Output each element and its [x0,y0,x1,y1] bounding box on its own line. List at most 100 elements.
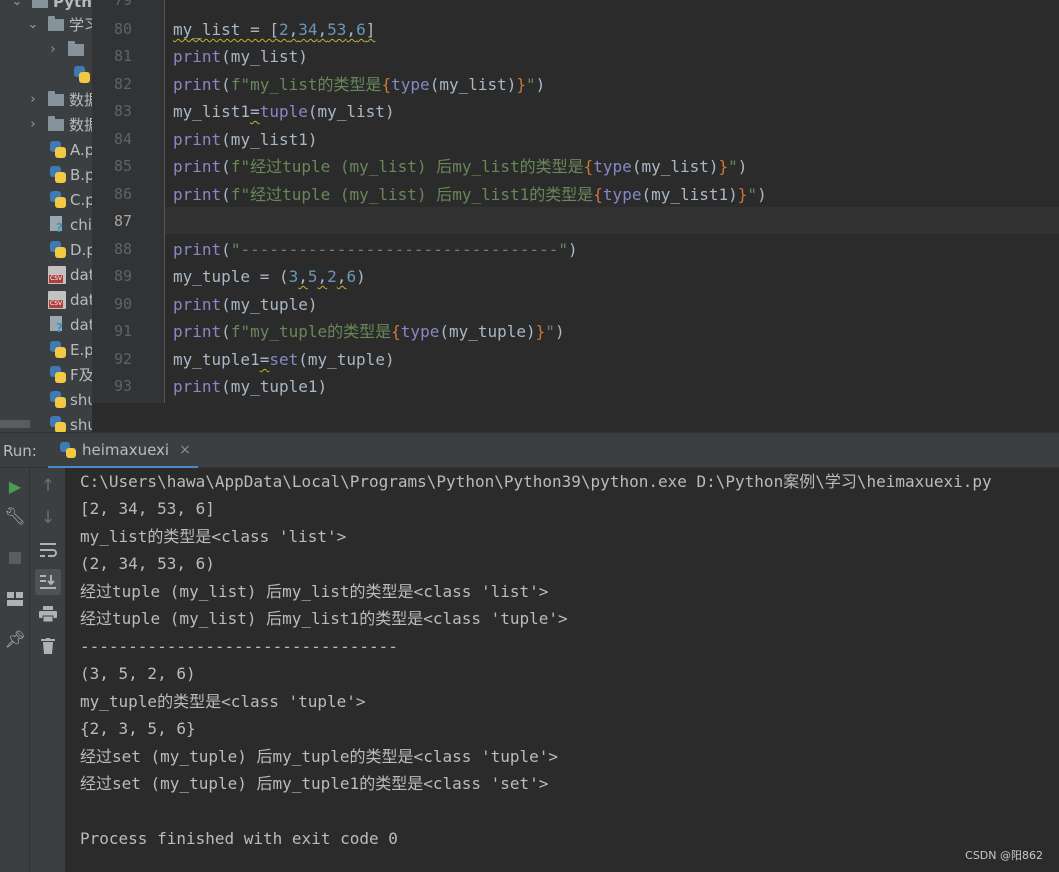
code-line[interactable]: my_list1=tuple(my_list) [173,98,395,125]
code-line[interactable]: print("---------------------------------… [173,236,578,263]
python-file-icon [50,390,66,409]
tree-item-file[interactable]: A.p [50,137,92,162]
line-number: 88 [113,240,132,258]
chevron-right-icon[interactable]: › [26,117,40,132]
python-file-icon [50,140,66,159]
run-panel-label: Run: [3,442,37,460]
print-icon[interactable] [35,601,61,627]
run-panel-header: Run: heimaxuexi × [0,432,1059,469]
tree-item-file[interactable]: CSV dat [48,262,92,287]
wrench-icon[interactable]: 🔧︎ [2,504,28,530]
tree-horizontal-scrollbar[interactable] [0,420,30,428]
tree-item-file[interactable]: shu [50,387,92,412]
watermark: CSDN @阳862 [965,849,1043,862]
scroll-to-end-icon[interactable] [35,569,61,595]
tree-item-file[interactable]: C.p [50,187,92,212]
run-icon[interactable]: ▶ [2,473,28,499]
folder-icon [48,90,64,106]
run-tab-heimaxuexi[interactable]: heimaxuexi × [48,433,198,469]
tree-item-file[interactable]: ? chi [50,212,92,237]
chevron-right-icon[interactable]: › [26,92,40,107]
python-file-icon [50,190,66,209]
console-line: (3, 5, 2, 6) [80,664,196,683]
tree-item-file[interactable] [74,62,92,87]
code-line[interactable]: print(my_tuple1) [173,373,327,400]
run-tab-label: heimaxuexi [82,440,170,459]
line-number: 90 [113,295,132,313]
line-number: 83 [113,102,132,120]
chevron-right-icon[interactable]: › [46,42,60,57]
folder-icon [32,0,48,8]
tree-item-file[interactable]: B.p [50,162,92,187]
code-line[interactable]: print(f"my_list的类型是{type(my_list)}") [173,71,545,98]
line-number: 92 [113,350,132,368]
python-file-icon [50,240,66,259]
tree-item-file[interactable]: F及 [50,362,92,387]
tree-item-file[interactable]: CSV dat [48,287,92,312]
line-number: 82 [113,75,132,93]
console-line: [2, 34, 53, 6] [80,499,215,518]
line-number-gutter: 79 80 81 82 83 84 85 86 87 88 89 90 91 9… [92,0,165,403]
run-toolbar-primary: ▶ 🔧︎ 📌︎ [0,468,30,872]
tree-item-file[interactable]: E.p [50,337,92,362]
tree-item-folder[interactable]: ⌄ 学习 [26,12,92,37]
up-arrow-icon[interactable]: ↑ [35,473,61,499]
code-line[interactable]: print(f"经过tuple (my_list) 后my_list的类型是{t… [173,153,747,180]
line-number-current: 87 [113,212,132,230]
tree-item-folder[interactable]: › 数据 [26,87,92,112]
line-number: 89 [113,267,132,285]
line-number: 93 [113,377,132,395]
console-line: {2, 3, 5, 6} [80,719,196,738]
run-console[interactable]: C:\Users\hawa\AppData\Local\Programs\Pyt… [66,468,1059,872]
down-arrow-icon[interactable]: ↓ [35,505,61,531]
python-file-icon [50,415,66,432]
python-file-icon [74,65,90,84]
code-line[interactable]: my_tuple = (3,5,2,6) [173,263,366,290]
tree-item-folder[interactable]: › [46,37,89,62]
stop-icon[interactable] [2,545,28,571]
project-tree: ⌄ Pytho ⌄ 学习 › › 数据 › 数据 A.p B.p C.p ? [0,0,92,432]
tree-item-folder[interactable]: › 数据 [26,112,92,137]
unknown-file-icon: ? [50,215,66,235]
code-line[interactable]: print(my_list) [173,43,308,70]
console-line: --------------------------------- [80,637,398,656]
chevron-down-icon[interactable]: ⌄ [10,0,24,9]
code-line[interactable]: print(f"my_tuple的类型是{type(my_tuple)}") [173,318,565,345]
code-editor[interactable]: 79 80 81 82 83 84 85 86 87 88 89 90 91 9… [92,0,1059,403]
line-number: 85 [113,157,132,175]
line-number: 91 [113,322,132,340]
close-icon[interactable]: × [179,442,191,458]
folder-icon [48,15,64,31]
soft-wrap-icon[interactable] [35,537,61,563]
console-line: 经过tuple (my_list) 后my_list1的类型是<class 't… [80,609,568,628]
chevron-down-icon[interactable]: ⌄ [26,17,40,32]
console-line: 经过set (my_tuple) 后my_tuple的类型是<class 'tu… [80,747,559,766]
line-number: 81 [113,47,132,65]
trash-icon[interactable] [35,633,61,659]
code-line[interactable]: print(my_tuple) [173,291,318,318]
python-file-icon [50,365,66,384]
line-number: 86 [113,185,132,203]
pin-icon[interactable]: 📌︎ [2,627,28,653]
csv-file-icon: CSV [48,265,66,284]
line-number: 84 [113,130,132,148]
line-number: 79 [113,0,132,9]
folder-icon [48,115,64,131]
tree-item-file[interactable]: D.p [50,237,92,262]
code-line[interactable]: print(f"经过tuple (my_list) 后my_list1的类型是{… [173,181,767,208]
tree-item-file[interactable]: shu [50,412,92,432]
layout-icon[interactable] [2,586,28,612]
console-line-command: C:\Users\hawa\AppData\Local\Programs\Pyt… [80,472,992,491]
code-line[interactable]: print(my_list1) [173,126,318,153]
python-file-icon [50,340,66,359]
python-file-icon [50,165,66,184]
run-toolbar-secondary: ↑ ↓ [30,468,66,872]
code-line[interactable]: my_list = [2,34,53,6] [173,16,375,43]
console-line-exit: Process finished with exit code 0 [80,829,398,848]
console-line: 经过set (my_tuple) 后my_tuple1的类型是<class 's… [80,774,549,793]
tree-item-file[interactable]: ? dat [50,312,92,337]
python-file-icon [60,441,76,458]
code-line[interactable]: my_tuple1=set(my_tuple) [173,346,395,373]
unknown-file-icon: ? [50,315,66,335]
line-number: 80 [113,20,132,38]
